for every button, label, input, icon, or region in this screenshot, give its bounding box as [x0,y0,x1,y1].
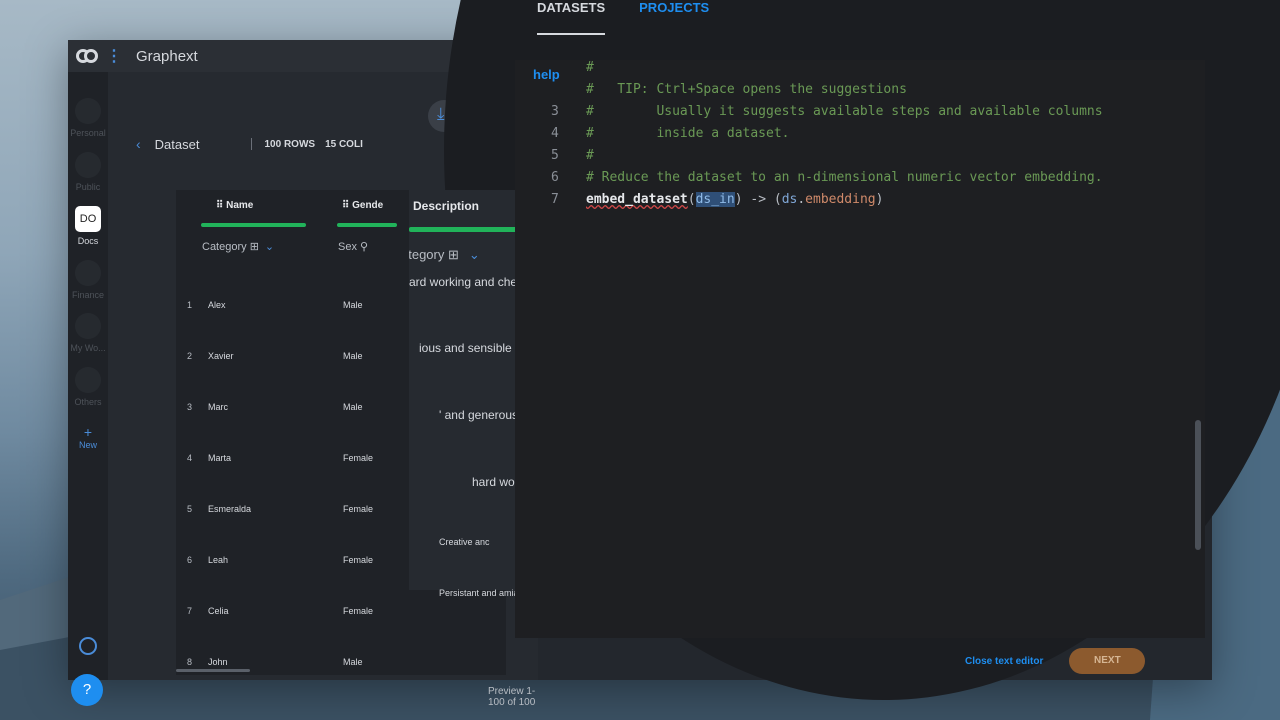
category-grid-icon: ⊞ [249,241,259,253]
code-line: 6 # Reduce the dataset to an n-dimensiona… [551,170,1103,185]
tab-datasets[interactable]: DATASETS [537,0,606,35]
nav-label: Finance [71,290,105,300]
chevron-down-icon: ⌄ [264,241,275,253]
column-quality-bar [337,223,397,227]
column-type-sex[interactable]: Sex ⚲ [338,240,368,253]
output-field: embedding [805,192,876,207]
column-header-description[interactable]: Description [413,199,479,213]
column-quality-bar [409,227,529,232]
table-row[interactable]: 7 Celia Female [176,606,506,626]
step-function-name: embed_dataset [586,192,688,207]
dataset-title: Dataset [154,136,200,152]
column-type-category[interactable]: ategory ⊞⌄ [409,247,480,263]
column-type-category[interactable]: Category ⊞ ⌄ [202,240,274,253]
code-editor[interactable]: # # TIP: Ctrl+Space opens the suggestion… [515,60,1205,638]
app-title: Graphext [136,47,198,65]
nav-item-new[interactable]: + New [68,424,108,450]
nav-label: Others [74,397,102,407]
nav-label: Docs [77,236,99,246]
finance-icon [75,260,101,286]
editor-scrollbar[interactable] [1195,420,1201,550]
rows-count: 100 ROWS [264,138,316,150]
column-header-gender[interactable]: ⠿ Gende [342,200,383,211]
code-line: 5 # [551,148,594,163]
code-line: # [586,60,594,75]
graphext-logo-icon [76,49,98,63]
code-line: # TIP: Ctrl+Space opens the suggestions [586,82,907,97]
nav-label: Personal [70,128,106,138]
description-cell: ious and sensible [419,341,512,355]
description-column: Description ategory ⊞⌄ ard working and c… [409,190,529,590]
nav-item-personal[interactable]: Personal [68,98,108,138]
code-line: 4 # inside a dataset. [551,126,790,141]
link-icon: ⚲ [360,241,369,253]
editor-footer: Close text editor NEXT [965,648,1146,674]
back-chevron-icon[interactable]: ‹ [136,136,141,152]
globe-icon [75,152,101,178]
nav-item-docs[interactable]: DO Docs [68,206,108,246]
nav-label: My Wo... [70,343,106,353]
tab-projects[interactable]: PROJECTS [639,0,709,35]
settings-gear-icon[interactable] [79,637,97,655]
header-divider [251,138,253,150]
table-row[interactable]: 8 John Male [176,657,506,675]
next-button[interactable]: NEXT [1069,648,1146,674]
plus-icon: + [83,424,93,440]
nav-item-others[interactable]: Others [68,367,108,407]
nav-label: New [78,440,97,450]
personal-icon [75,98,101,124]
selected-argument: ds_in [695,192,735,207]
close-text-editor-link[interactable]: Close text editor [965,656,1043,667]
columns-count: 15 COLI [325,138,363,150]
column-quality-bar [201,223,306,227]
nav-item-public[interactable]: Public [68,152,108,192]
dataset-header: ‹ Dataset 100 ROWS 15 COLI [136,136,373,152]
docs-badge: DO [75,206,101,232]
left-nav: Personal Public DO Docs Finance My Wo...… [68,72,108,706]
horizontal-scrollbar[interactable] [176,669,250,672]
editor-help-link[interactable]: help [533,67,560,82]
top-tabs: DATASETS PROJECTS [537,0,743,35]
description-cell-8: Persistant and amiable [439,588,531,598]
others-icon [75,367,101,393]
code-line: 3 # Usually it suggests available steps a… [551,104,1103,119]
category-grid-icon: ⊞ [448,247,459,262]
workspace-icon [75,313,101,339]
help-button[interactable]: ? [71,674,103,706]
nav-item-finance[interactable]: Finance [68,260,108,300]
description-cell: ' and generous [439,408,519,422]
column-header-name[interactable]: ⠿ Name [216,200,253,211]
nav-label: Public [75,182,101,192]
chevron-down-icon: ⌄ [468,247,480,262]
code-line: 7 embed_dataset(ds_in) -> (ds.embedding) [551,192,884,207]
output-dataset: ds [781,192,798,207]
preview-count: Preview 1-100 of 100 [488,686,536,708]
description-cell: ard working and chee [409,275,524,289]
nav-item-my-workspace[interactable]: My Wo... [68,313,108,353]
kebab-menu-icon[interactable]: ⋮ [106,46,122,66]
description-cell-7: Creative anc [439,537,490,547]
description-cell: hard worl [472,475,522,489]
